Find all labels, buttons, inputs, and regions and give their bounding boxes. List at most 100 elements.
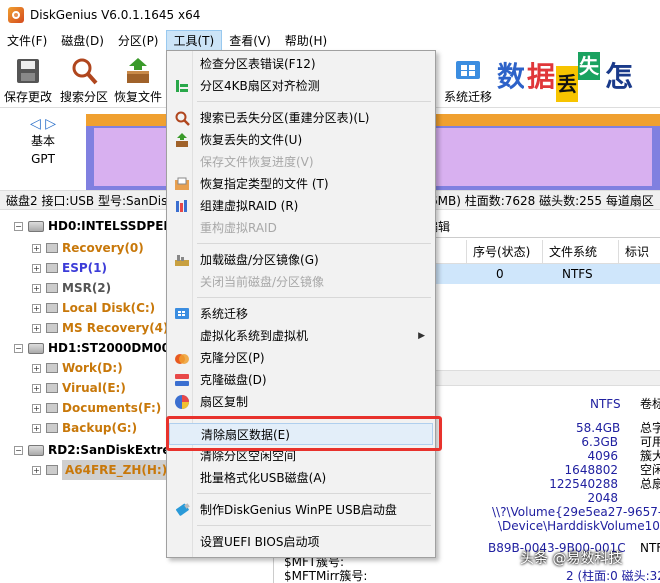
- menu-sector-copy[interactable]: 扇区复制: [169, 391, 433, 413]
- menu-separator: [197, 297, 431, 298]
- tree-disk[interactable]: − HD1:ST2000DM008: [14, 338, 178, 358]
- disk-info-left: 磁盘2 接口:USB 型号:SanDisk: [6, 194, 175, 208]
- disk-type-line2: GPT: [31, 152, 55, 166]
- search-partition-button[interactable]: 搜索分区: [58, 54, 110, 104]
- menu-make-winpe-usb[interactable]: 制作DiskGenius WinPE USB启动盘: [169, 499, 433, 521]
- tree-partition[interactable]: + ESP(1): [32, 258, 107, 278]
- tree-partition[interactable]: + Work(D:): [32, 358, 123, 378]
- collapse-icon[interactable]: −: [14, 343, 23, 353]
- menu-help[interactable]: 帮助(H): [278, 30, 334, 52]
- col-flag[interactable]: 标识: [618, 240, 660, 264]
- col-index[interactable]: 序号(状态): [466, 240, 542, 264]
- detail-fs: NTFS: [590, 397, 621, 411]
- expand-icon[interactable]: +: [32, 303, 41, 313]
- menu-item-label: 克隆分区(P): [200, 351, 265, 365]
- menu-item-label: 克隆磁盘(D): [200, 373, 267, 387]
- ad-banner[interactable]: 数 据 丢 失 怎: [494, 52, 660, 106]
- menu-view[interactable]: 查看(V): [222, 30, 278, 52]
- menu-partition[interactable]: 分区(P): [111, 30, 166, 52]
- menu-clone-partition[interactable]: 克隆分区(P): [169, 347, 433, 369]
- col-fs[interactable]: 文件系统: [542, 240, 618, 264]
- ad-char: 据: [524, 52, 558, 102]
- menu-item-label: 分区4KB扇区对齐检测: [200, 79, 320, 93]
- tree-partition[interactable]: + Backup(G:): [32, 418, 137, 438]
- expand-icon[interactable]: +: [32, 465, 41, 475]
- menu-uefi-boot-entry[interactable]: 设置UEFI BIOS启动项: [169, 531, 433, 553]
- menu-virtualize-system[interactable]: 虚拟化系统到虚拟机 ▶: [169, 325, 433, 347]
- submenu-arrow-icon: ▶: [418, 331, 425, 341]
- partition-icon: [46, 383, 58, 393]
- menu-tools[interactable]: 工具(T): [165, 30, 223, 52]
- tree-partition[interactable]: + Recovery(0): [32, 238, 144, 258]
- collapse-icon[interactable]: −: [14, 445, 23, 455]
- tree-partition[interactable]: + Virual(E:): [32, 378, 126, 398]
- menu-item-label: 组建虚拟RAID (R): [200, 199, 299, 213]
- menu-separator: [197, 101, 431, 102]
- expand-icon[interactable]: +: [32, 283, 41, 293]
- partition-icon: [46, 283, 58, 293]
- menu-batch-format-usb[interactable]: 批量格式化USB磁盘(A): [169, 467, 433, 489]
- menu-separator: [197, 493, 431, 494]
- app-icon: [8, 7, 24, 23]
- tree-disk[interactable]: − HD0:INTELSSDPEKK: [14, 216, 182, 236]
- system-migration-button[interactable]: 系统迁移: [442, 54, 494, 104]
- expand-icon[interactable]: +: [32, 363, 41, 373]
- menu-recover-file-type[interactable]: 恢复指定类型的文件 (T): [169, 173, 433, 195]
- menu-item-label: 搜索已丢失分区(重建分区表)(L): [200, 111, 370, 125]
- menu-item-label: 制作DiskGenius WinPE USB启动盘: [200, 503, 397, 517]
- expand-icon[interactable]: +: [32, 263, 41, 273]
- cell-index: 0: [496, 267, 504, 281]
- menu-load-image[interactable]: 加载磁盘/分区镜像(G): [169, 249, 433, 271]
- tree-label: ESP(1): [62, 261, 107, 275]
- expand-icon[interactable]: +: [32, 423, 41, 433]
- menu-item-label: 关闭当前磁盘/分区镜像: [200, 275, 325, 289]
- menu-file[interactable]: 文件(F): [0, 30, 54, 52]
- ad-char: 怎: [602, 52, 636, 102]
- tree-label: Recovery(0): [62, 241, 144, 255]
- magnifier-icon: [174, 110, 190, 126]
- tree-partition[interactable]: + MS Recovery(4): [32, 318, 169, 338]
- ad-char: 数: [494, 52, 528, 102]
- tree-partition-selected[interactable]: + A64FRE_ZH(H:): [32, 460, 171, 480]
- menu-bar: 文件(F) 磁盘(D) 分区(P) 工具(T) 查看(V) 帮助(H): [0, 30, 660, 52]
- recover-box-icon: [174, 132, 190, 148]
- menu-4kb-alignment[interactable]: 分区4KB扇区对齐检测: [169, 75, 433, 97]
- menu-recover-lost-files[interactable]: 恢复丢失的文件(U): [169, 129, 433, 151]
- menu-clone-disk[interactable]: 克隆磁盘(D): [169, 369, 433, 391]
- menu-save-recovery-progress[interactable]: 保存文件恢复进度(V): [169, 151, 433, 173]
- menu-item-label: 加载磁盘/分区镜像(G): [200, 253, 319, 267]
- menu-check-partition-table[interactable]: 检查分区表错误(F12): [169, 53, 433, 75]
- save-changes-button[interactable]: 保存更改: [2, 54, 54, 104]
- menu-item-label: 虚拟化系统到虚拟机: [200, 329, 309, 343]
- recover-files-button[interactable]: 恢复文件: [112, 54, 164, 104]
- menu-search-lost-partitions[interactable]: 搜索已丢失分区(重建分区表)(L): [169, 107, 433, 129]
- menu-disk[interactable]: 磁盘(D): [54, 30, 111, 52]
- menu-close-image[interactable]: 关闭当前磁盘/分区镜像: [169, 271, 433, 293]
- tree-label: Work(D:): [62, 361, 123, 375]
- expand-icon[interactable]: +: [32, 323, 41, 333]
- save-icon: [13, 56, 43, 86]
- tree-label: RD2:SanDiskExtrem: [48, 443, 184, 457]
- mftmirr-label: $MFTMirr簇号:: [284, 569, 368, 583]
- window-title: DiskGenius V6.0.1.1645 x64: [30, 8, 201, 22]
- menu-item-label: 批量格式化USB磁盘(A): [200, 471, 327, 485]
- menu-item-label: 恢复指定类型的文件 (T): [200, 177, 329, 191]
- clone-partition-icon: [174, 350, 190, 366]
- mftmirr-value: 2 (柱面:0 磁头:32 扇: [566, 569, 660, 583]
- tree-partition[interactable]: + Local Disk(C:): [32, 298, 155, 318]
- disk-icon: [28, 220, 44, 232]
- menu-build-virtual-raid[interactable]: 组建虚拟RAID (R): [169, 195, 433, 217]
- search-partition-label: 搜索分区: [59, 90, 108, 104]
- menu-rebuild-virtual-raid[interactable]: 重构虚拟RAID: [169, 217, 433, 239]
- tree-disk[interactable]: − RD2:SanDiskExtrem: [14, 440, 183, 460]
- expand-icon[interactable]: +: [32, 383, 41, 393]
- expand-icon[interactable]: +: [32, 243, 41, 253]
- menu-system-migration[interactable]: 系统迁移: [169, 303, 433, 325]
- collapse-icon[interactable]: −: [14, 221, 23, 231]
- expand-icon[interactable]: +: [32, 403, 41, 413]
- tree-label: Virual(E:): [62, 381, 126, 395]
- menu-item-label: 重构虚拟RAID: [200, 221, 277, 235]
- tree-partition[interactable]: + Documents(F:): [32, 398, 161, 418]
- tree-partition[interactable]: + MSR(2): [32, 278, 111, 298]
- nav-arrows-icon[interactable]: ◁ ▷: [0, 116, 86, 132]
